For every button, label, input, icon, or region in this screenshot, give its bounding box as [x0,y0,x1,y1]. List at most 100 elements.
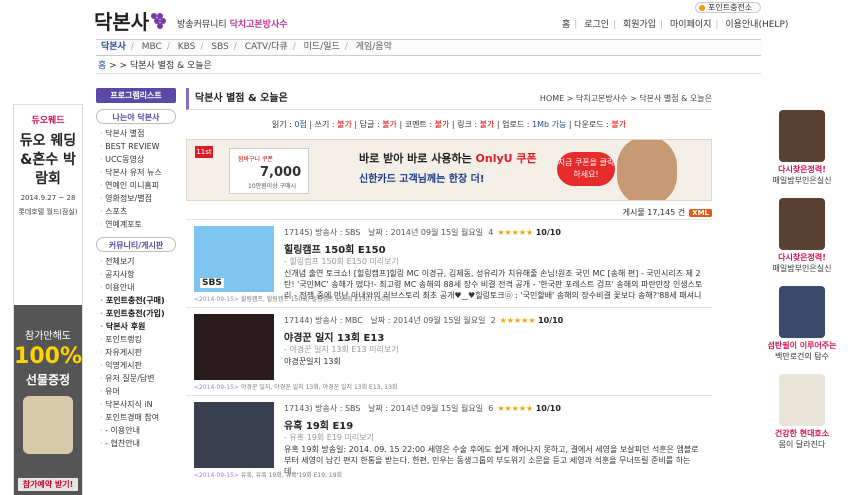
post-count: 게시물 17,145 건 XML [186,207,712,219]
board-title: 닥본사 별점 & 오늘은 HOME > 닥치고본방사수 > 닥본사 별점 & 오… [186,88,712,110]
post-title[interactable]: 유혹 19회 E19 [284,417,353,432]
sidebar-item[interactable]: - 협찬안내 [100,437,176,450]
sidebar-item[interactable]: 유머 [100,385,176,398]
sidebar-item[interactable]: 유저 질문/답변 [100,372,176,385]
coin-icon [699,5,705,11]
section-title-community: 커뮤니티/게시판 [96,237,176,252]
gift-promo-ad[interactable]: 참가만해도 100% 선물증정 참가예약 받기! [14,305,82,495]
star-rating-icon: ★★★★★ [499,316,536,325]
left-advertisement[interactable]: 듀오웨드 듀오 웨딩&혼수 박람회 2014.9.27 ~ 28 롯데호텔 월드… [13,104,83,495]
sidebar-item[interactable]: 연예인 미니홈피 [100,179,176,192]
post-subtitle[interactable]: - 야경꾼 일지 13회 E13 미리보기 [284,344,399,355]
sidebar-item[interactable]: 스포츠 [100,205,176,218]
post-tags: <2014-09-15> 힐링캠프, 힐링캠프 150회, 힐링캠프 150회 … [194,296,391,303]
post-description: 유혹 19회 방송일: 2014. 09. 15 22:00 세영은 수술 후에… [284,445,699,476]
gnb-kbs[interactable]: KBS [173,40,201,55]
sidebar-item[interactable]: 전체보기 [100,255,176,268]
post-meta: 17145) 방송사 : SBS 날짜 : 2014년 09월 15일 월요일 … [284,228,561,237]
product-image [779,374,825,426]
sidebar-item[interactable]: 포인트랭킹 [100,333,176,346]
top-menu-mypage[interactable]: 마이페이지 [670,20,711,30]
board-permissions: 읽기 : 0점 | 쓰기 : 불가 | 답글 : 불가 | 코멘트 : 불가 |… [271,120,627,129]
post-tags: <2014-09-15> 야경꾼 일지, 야경꾼 일지 13회, 야경꾼 일지 … [194,384,398,391]
post-item[interactable]: SBS 17145) 방송사 : SBS 날짜 : 2014년 09월 15일 월… [186,219,712,307]
product-image [779,110,825,162]
post-subtitle[interactable]: - 유혹 19회 E19 미리보기 [284,432,374,443]
sidebar-list-community: 전체보기공지사항이용안내포인트충전(구매)포인트충전(가입)닥본사 후원포인트랭… [96,252,176,450]
site-logo[interactable]: 닥본사 [94,6,167,35]
top-menu-help[interactable]: 이용안내(HELP) [725,20,788,30]
sidebar-item[interactable]: 포인트충전(구매) [100,294,176,307]
right-ad-item[interactable]: 다시찾은정력! 매일밤부인은실신 [763,198,841,280]
post-thumbnail[interactable]: SBS [194,226,274,292]
top-menu-login[interactable]: 로그인 [584,20,609,30]
permission-item: 링크 : 불가 [457,120,495,129]
post-title[interactable]: 힐링캠프 150회 E150 [284,241,386,256]
breadcrumb: 홈 > > 닥본사 별점 & 오늘은 [96,58,761,74]
reserve-button[interactable]: 참가예약 받기! [18,478,78,491]
program-list-button[interactable]: 프로그램리스트 [96,88,176,103]
sidebar-item[interactable]: 자유게시판 [100,346,176,359]
sidebar-item[interactable]: - 이용안내 [100,424,176,437]
post-thumbnail[interactable] [194,314,274,380]
post-list: SBS 17145) 방송사 : SBS 날짜 : 2014년 09월 15일 월… [186,219,712,483]
post-item[interactable]: 17144) 방송사 : MBC 날짜 : 2014년 09월 15일 월요일 … [186,307,712,395]
wedding-fair-ad[interactable]: 듀오웨드 듀오 웨딩&혼수 박람회 2014.9.27 ~ 28 롯데호텔 월드… [14,105,82,305]
post-title[interactable]: 야경꾼 일지 13회 E13 [284,329,384,344]
sidebar-list-dakbonsa: 닥본사 별점BEST REVIEWUCC동영상닥본사 유저 뉴스연예인 미니홈피… [96,124,176,231]
sidebar-item[interactable]: UCC동영상 [100,153,176,166]
permission-item: 답글 : 불가 [359,120,397,129]
right-ad-item[interactable]: 섬탄필이 이루어주는 백만로건의 탐수 [763,286,841,368]
model-photo [617,140,677,200]
banner-headline: 바로 받아 바로 사용하는 OnlyU 쿠폰 [359,152,537,165]
gnb-game[interactable]: 게임/음악 [351,40,397,55]
sidebar-item[interactable]: BEST REVIEW [100,140,176,153]
sidebar-item[interactable]: 익명게시판 [100,359,176,372]
sidebar-item[interactable]: 연예계포토 [100,218,176,231]
main-content: 닥본사 별점 & 오늘은 HOME > 닥치고본방사수 > 닥본사 별점 & 오… [186,88,712,495]
left-sidebar: 프로그램리스트 나는야 닥본사 닥본사 별점BEST REVIEWUCC동영상닥… [96,88,176,495]
coffee-cups-image [23,396,73,454]
gnb-catv[interactable]: CATV/다큐 [240,40,293,55]
sidebar-item[interactable]: 포인트충전(가입) [100,307,176,320]
xml-rss-button[interactable]: XML [689,209,712,217]
coupon-cta-button[interactable]: 지금 쿠폰을 클릭하세요! [557,152,615,186]
site-slogan: 방송커뮤니티 닥치고본방사수 [177,20,288,30]
right-ad-item[interactable]: 다시찾은정력! 매일밤부인은실신 [763,110,841,192]
coupon-banner[interactable]: 11st 잠바구니 쿠폰 7,000 10만원이상 구매시 바로 받아 바로 사… [186,139,712,201]
sidebar-item[interactable]: 공지사항 [100,268,176,281]
sidebar-item[interactable]: 영화정보/별점 [100,192,176,205]
post-item[interactable]: 17143) 방송사 : SBS 날짜 : 2014년 09월 15일 월요일 … [186,395,712,483]
11st-logo: 11st [195,146,213,158]
post-subtitle[interactable]: - 힐링캠프 150회 E150 미리보기 [284,256,399,267]
permission-item: 다운로드 : 불가 [574,120,627,129]
sidebar-item[interactable]: 닥본사지식 iN [100,398,176,411]
star-rating-icon: ★★★★★ [497,404,534,413]
grape-icon [151,13,167,31]
top-menu-signup[interactable]: 회원가입 [623,20,656,30]
sidebar-item[interactable]: 닥본사 별점 [100,127,176,140]
gnb-mid[interactable]: 미드/일드 [299,40,345,55]
permission-item: 코멘트 : 불가 [404,120,450,129]
right-advertisement[interactable]: 다시찾은정력! 매일밤부인은실신 다시찾은정력! 매일밤부인은실신 섬탄필이 이루어주는… [763,104,841,449]
section-title-dakbonsa: 나는야 닥본사 [96,109,176,124]
post-thumbnail[interactable] [194,402,274,468]
top-header: 닥본사 방송커뮤니티 닥치고본방사수 포인트충전소 홈 | 로그인 | 회원가입 | … [0,0,856,40]
breadcrumb-home[interactable]: 홈 [98,61,106,71]
main-navigation: 닥본사 / MBC / KBS / SBS / CATV/다큐 / 미드/일드 / 게임/음… [96,39,761,56]
top-menu-home[interactable]: 홈 [562,20,570,30]
point-charge-button[interactable]: 포인트충전소 [695,2,761,13]
top-menu: 홈 | 로그인 | 회원가입 | 마이페이지 | 이용안내(HELP) [562,20,789,30]
gnb-mbc[interactable]: MBC [137,40,167,55]
sidebar-item[interactable]: 이용안내 [100,281,176,294]
gnb-dakbonsa[interactable]: 닥본사 [96,40,131,55]
post-meta: 17144) 방송사 : MBC 날짜 : 2014년 09월 15일 월요일 … [284,316,564,325]
banner-subline: 신한카드 고객님께는 한장 더! [359,174,485,185]
gnb-sbs[interactable]: SBS [206,40,233,55]
sidebar-item[interactable]: 닥본사 후원 [100,320,176,333]
sidebar-item[interactable]: 닥본사 유저 뉴스 [100,166,176,179]
product-image [779,286,825,338]
sidebar-item[interactable]: 포인트경매 참여 [100,411,176,424]
right-ad-item[interactable]: 건강한 현대호소 몸이 달라진다 [763,374,841,456]
star-rating-icon: ★★★★★ [497,228,534,237]
